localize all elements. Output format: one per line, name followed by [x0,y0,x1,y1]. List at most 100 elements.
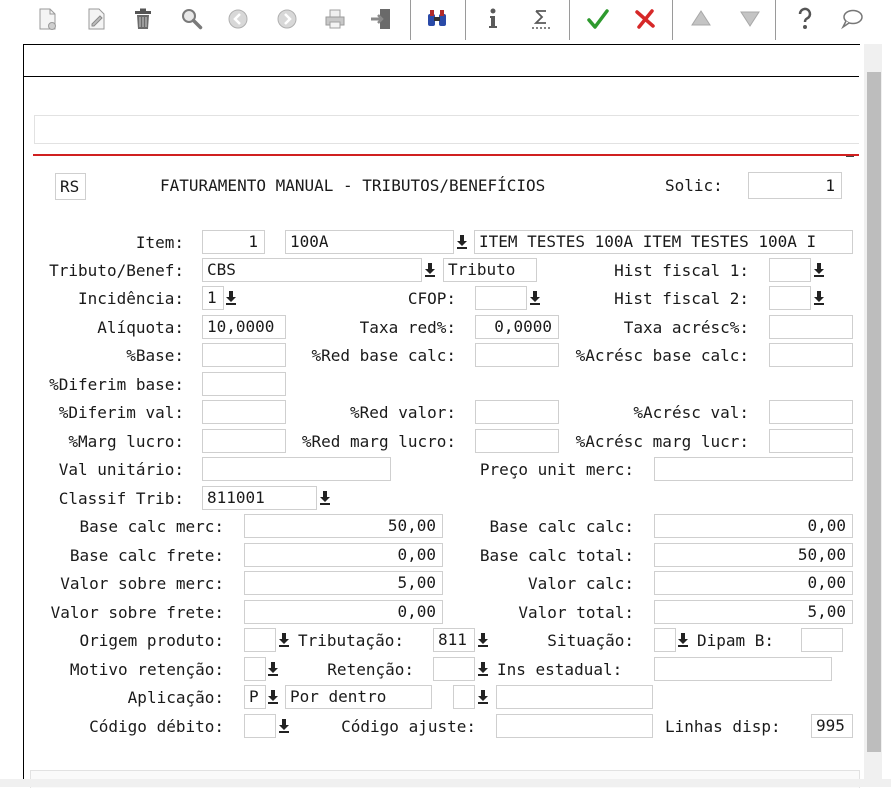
item-seq-field[interactable]: 1 [202,230,265,254]
ins-estadual-field[interactable] [654,657,832,681]
diferim-base-field[interactable] [202,372,286,396]
dipam-b-field[interactable] [801,628,843,652]
red-base-calc-field[interactable] [475,343,559,367]
valor-sobre-merc-field[interactable]: 5,00 [244,571,443,595]
incidencia-field[interactable]: 1 [202,286,224,310]
trash-icon[interactable] [128,4,158,34]
base-calc-total-field[interactable]: 50,00 [654,543,853,567]
base-calc-frete-field[interactable]: 0,00 [244,543,443,567]
search-icon[interactable] [177,4,207,34]
origem-produto-arrow[interactable] [277,630,291,650]
taxa-red-field[interactable]: 0,0000 [475,315,559,339]
vertical-scrollbar-thumb[interactable] [867,72,881,752]
classif-trib-field[interactable]: 811001 [202,486,317,510]
motivo-retencao-field[interactable] [244,657,266,681]
motivo-retencao-label: Motivo retenção: [69,660,224,679]
horizontal-scrollbar[interactable] [0,779,891,787]
incidencia-arrow[interactable] [224,288,238,308]
aplicacao-description-field[interactable]: Por dentro [285,685,432,709]
triangle-down-icon[interactable] [735,4,765,34]
red-marg-lucro-field[interactable] [475,429,559,453]
info-icon[interactable] [478,4,508,34]
aplicacao-arrow[interactable] [266,687,280,707]
valor-sobre-frete-field[interactable]: 0,00 [244,600,443,624]
aplicacao-label: Aplicação: [127,688,224,707]
hist-fiscal-1-field[interactable] [769,258,811,282]
base-calc-calc-field[interactable]: 0,00 [654,514,853,538]
base-calc-total-label: Base calc total: [479,546,634,565]
base-pct-field[interactable] [202,343,286,367]
hist-fiscal-2-field[interactable] [769,286,811,310]
toolbar [0,0,891,40]
acresc-base-calc-field[interactable] [769,343,853,367]
tributo-type-field[interactable]: Tributo [443,258,537,282]
toolbar-separator [410,0,411,40]
tributacao-arrow[interactable] [476,630,490,650]
red-valor-field[interactable] [475,400,559,424]
next-icon[interactable] [272,4,302,34]
val-unitario-field[interactable] [202,457,391,481]
aplicacao-detail-field[interactable] [496,685,653,709]
cancel-x-icon[interactable] [630,4,660,34]
toolbar-separator [775,0,776,40]
cfop-field[interactable] [475,286,527,310]
uf-field[interactable]: RS [55,173,86,200]
aplicacao-code-field[interactable]: P [244,685,266,709]
taxa-acresc-field[interactable] [769,315,853,339]
aplicacao-extra-arrow[interactable] [476,687,490,707]
item-description-field[interactable]: ITEM TESTES 100A ITEM TESTES 100A I [474,230,853,254]
item-lookup-arrow[interactable] [455,232,469,252]
triangle-up-icon[interactable] [686,4,716,34]
tributacao-field[interactable]: 811 [433,628,475,652]
codigo-debito-field[interactable] [244,714,276,738]
edit-document-icon[interactable] [81,4,111,34]
print-icon[interactable] [320,4,350,34]
item-code-field[interactable]: 100A [285,230,454,254]
hist-fiscal-2-arrow[interactable] [812,288,826,308]
aliquota-field[interactable]: 10,0000 [202,315,286,339]
tributo-field[interactable]: CBS [202,258,422,282]
origem-produto-field[interactable] [244,628,276,652]
retencao-field[interactable] [433,657,475,681]
solic-field[interactable]: 1 [748,172,842,199]
diferim-val-field[interactable] [202,400,286,424]
chat-bubble-icon[interactable] [837,4,867,34]
taxa-acresc-label: Taxa acrésc%: [623,318,749,337]
tributo-dropdown-arrow[interactable] [423,260,437,280]
preco-unit-merc-field[interactable] [654,457,853,481]
previous-icon[interactable] [223,4,253,34]
new-document-icon[interactable] [32,4,62,34]
tributo-label: Tributo/Benef: [49,261,184,280]
header-separator [33,154,859,156]
cfop-label: CFOP: [407,289,456,308]
valor-sobre-frete-label: Valor sobre frete: [50,603,224,622]
binoculars-icon[interactable] [422,4,452,34]
hist-fiscal-1-label: Hist fiscal 1: [614,261,749,280]
retencao-arrow[interactable] [476,659,490,679]
valor-total-field[interactable]: 5,00 [654,600,853,624]
situacao-label: Situação: [547,631,634,650]
linhas-disp-field[interactable]: 995 [811,714,853,738]
hist-fiscal-1-arrow[interactable] [812,260,826,280]
situacao-arrow[interactable] [676,630,690,650]
acresc-base-calc-label: %Acrésc base calc: [575,346,749,365]
motivo-retencao-arrow[interactable] [266,659,280,679]
acresc-marg-lucr-field[interactable] [769,429,853,453]
situacao-field[interactable] [654,628,676,652]
help-question-icon[interactable] [790,4,820,34]
valor-calc-field[interactable]: 0,00 [654,571,853,595]
marg-lucro-field[interactable] [202,429,286,453]
toolbar-separator [672,0,673,40]
base-calc-merc-field[interactable]: 50,00 [244,514,443,538]
cfop-arrow[interactable] [528,288,542,308]
confirm-check-icon[interactable] [583,4,613,34]
acresc-val-field[interactable] [769,400,853,424]
aplicacao-extra-field[interactable] [453,685,475,709]
exit-icon[interactable] [366,4,396,34]
page-title: FATURAMENTO MANUAL - TRIBUTOS/BENEFÍCIOS [160,176,546,195]
sum-icon[interactable] [526,4,556,34]
classif-trib-arrow[interactable] [318,488,332,508]
codigo-ajuste-field[interactable] [496,714,653,738]
codigo-debito-arrow[interactable] [277,716,291,736]
val-unitario-label: Val unitário: [58,460,184,479]
